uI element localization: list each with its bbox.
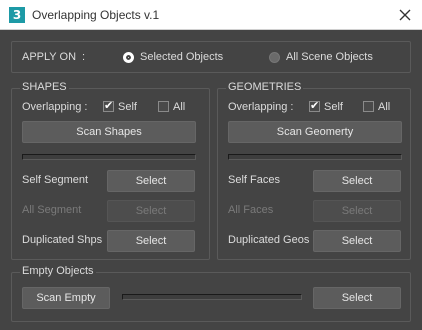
radio-all-scene-objects[interactable]	[269, 52, 280, 63]
geometries-overlapping-label: Overlapping :	[228, 101, 294, 113]
geometries-progress-bar	[228, 154, 402, 160]
shapes-all-checkbox[interactable]	[158, 101, 169, 112]
select-duplicated-shapes-button[interactable]: Select	[107, 230, 195, 252]
shapes-self-label[interactable]: Self	[118, 101, 137, 113]
select-self-segment-button[interactable]: Select	[107, 170, 195, 192]
shapes-self-checkbox[interactable]: ✔	[103, 99, 114, 112]
shapes-row-label: Duplicated Shps	[22, 234, 103, 246]
geometries-row-label: Self Faces	[228, 174, 280, 186]
radio-selected-objects-label[interactable]: Selected Objects	[140, 51, 223, 63]
apply-on-separator: :	[82, 51, 86, 63]
shapes-row-label: All Segment	[22, 204, 82, 216]
geometries-row-label: Duplicated Geos	[228, 234, 310, 246]
select-empty-button[interactable]: Select	[313, 287, 401, 309]
scan-shapes-button[interactable]: Scan Shapes	[22, 121, 196, 143]
scan-empty-button[interactable]: Scan Empty	[22, 287, 110, 309]
apply-on-label: APPLY ON	[22, 51, 77, 63]
title-bar: 3 Overlapping Objects v.1	[0, 0, 422, 30]
scan-geometry-button[interactable]: Scan Geomerty	[228, 121, 402, 143]
shapes-group-title: SHAPES	[20, 81, 69, 93]
select-duplicated-geos-button[interactable]: Select	[313, 230, 401, 252]
select-self-faces-button[interactable]: Select	[313, 170, 401, 192]
select-all-segment-button: Select	[107, 200, 195, 222]
shapes-progress-bar	[22, 154, 196, 160]
checkmark-icon: ✔	[104, 99, 114, 112]
shapes-row-label: Self Segment	[22, 174, 89, 186]
window-title: Overlapping Objects v.1	[32, 8, 160, 22]
shapes-overlapping-label: Overlapping :	[22, 101, 88, 113]
geometries-all-checkbox[interactable]	[363, 101, 374, 112]
geometries-row-label: All Faces	[228, 204, 274, 216]
shapes-all-label[interactable]: All	[173, 101, 185, 113]
radio-selected-objects[interactable]	[123, 52, 134, 63]
radio-all-scene-objects-label[interactable]: All Scene Objects	[286, 51, 373, 63]
geometries-self-label[interactable]: Self	[324, 101, 343, 113]
geometries-all-label[interactable]: All	[378, 101, 390, 113]
app-icon: 3	[9, 7, 25, 23]
select-all-faces-button: Select	[313, 200, 401, 222]
close-button[interactable]	[396, 6, 414, 24]
empty-progress-bar	[122, 294, 302, 300]
close-icon	[399, 9, 411, 21]
empty-objects-group-title: Empty Objects	[20, 265, 96, 277]
geometries-self-checkbox[interactable]: ✔	[309, 99, 320, 112]
geometries-group-title: GEOMETRIES	[226, 81, 304, 93]
checkmark-icon: ✔	[310, 99, 320, 112]
